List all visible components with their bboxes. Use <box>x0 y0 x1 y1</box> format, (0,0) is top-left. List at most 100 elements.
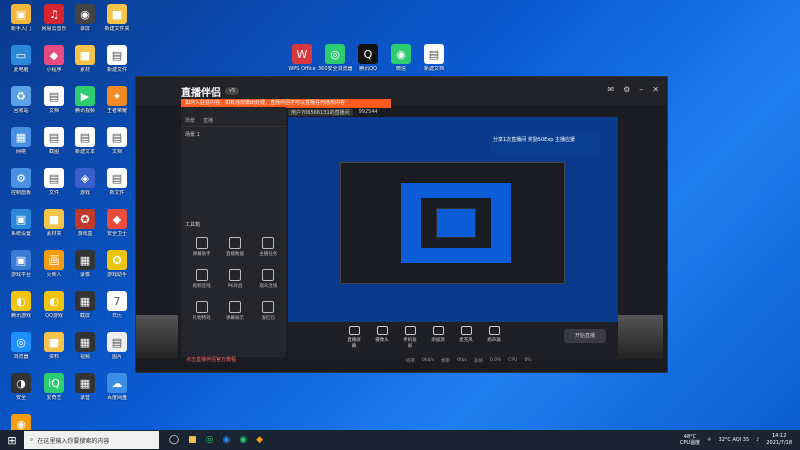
settings-icon[interactable]: ⚙ <box>623 85 630 94</box>
control-button[interactable]: 扬声器 <box>486 326 502 349</box>
desktop-icon[interactable]: ✪ 游戏盒 <box>68 209 102 237</box>
desktop-icon[interactable]: ▣ 系统设置 <box>4 209 38 237</box>
desktop-icon[interactable]: ▦ 视频 <box>68 332 102 360</box>
desktop-icon[interactable]: ◉ 录屏 <box>68 4 102 32</box>
desktop-icon[interactable]: ◎ 浏览器 <box>4 332 38 360</box>
room-name[interactable]: 用户706566131的直播间 <box>288 108 353 116</box>
desktop-icon[interactable]: ♻ 回收站 <box>4 86 38 114</box>
desktop-icon[interactable]: ✦ 王者荣耀 <box>100 86 134 114</box>
desktop-icon[interactable]: ▤ 文件 <box>37 168 71 196</box>
desktop-icon[interactable]: iQ 爱奇艺 <box>37 373 71 401</box>
desktop-icon[interactable]: ▦ 录音 <box>68 373 102 401</box>
desktop-icon[interactable]: 画火柴人 <box>37 250 71 278</box>
tool-button[interactable]: 主播任务 <box>252 237 285 257</box>
app-icon: ▤ <box>107 127 127 147</box>
desktop-icon[interactable]: ■ 素材夹 <box>37 209 71 237</box>
explorer-icon[interactable]: ■ <box>188 435 197 445</box>
tool-button[interactable]: 直播数据 <box>218 237 251 257</box>
promo-card[interactable]: 分享1次直播间 奖励50Exp 主播应援 <box>490 133 600 155</box>
desktop-icon[interactable]: ▦ 截屏 <box>68 291 102 319</box>
search-input[interactable]: ⌕ 在这里输入你要搜索的内容 <box>24 431 159 449</box>
desktop-icon[interactable]: ▤ 新文件 <box>100 168 134 196</box>
desktop-icon[interactable]: ▣ 新手入门 <box>4 4 38 32</box>
desktop-icon[interactable]: ◑ 安全 <box>4 373 38 401</box>
desktop-icon[interactable]: ■ 资料 <box>37 332 71 360</box>
wechat-icon[interactable]: ◉ <box>239 435 247 445</box>
tool-icon <box>195 269 208 281</box>
desktop-icon[interactable]: ♫ 网易云音乐 <box>37 4 71 32</box>
desktop-icon[interactable]: ▤ 新建文件 <box>100 45 134 73</box>
close-icon[interactable]: ✕ <box>652 85 659 94</box>
control-icon <box>488 326 500 335</box>
app-icon: ■ <box>75 45 95 65</box>
control-button[interactable]: 添加源 <box>430 326 446 349</box>
scene-label[interactable]: 场景 1 <box>185 132 200 138</box>
tool-button[interactable]: 礼物特效 <box>185 301 218 321</box>
left-panel: 场景 直播 场景 1 工具箱 弹幕助手 直播数据 主播任务 视频连线 PK对战 观众连线礼… <box>181 107 286 357</box>
desktop-icon[interactable]: ▭ 此电脑 <box>4 45 38 73</box>
desktop-icon[interactable]: ▤ 图片 <box>100 332 134 360</box>
desktop-icon[interactable]: ▤ 截图 <box>37 127 71 155</box>
tool-icon <box>262 237 275 249</box>
desktop-icon[interactable]: ◐ 腾讯游戏 <box>4 291 38 319</box>
tool-icon <box>228 237 241 249</box>
desktop-icon[interactable]: ◎ 360安全浏览器 <box>318 44 352 72</box>
desktop-icon[interactable]: ▤ 新建文档 <box>417 44 451 72</box>
tool-button[interactable]: 发红包 <box>252 301 285 321</box>
tool-button[interactable]: PK对战 <box>218 269 251 289</box>
control-button[interactable]: 直播屏幕 <box>346 326 362 349</box>
desktop-icon[interactable]: ▦ 录像 <box>68 250 102 278</box>
app-icon: ▤ <box>424 44 444 64</box>
tool-icon <box>228 301 241 313</box>
start-live-button[interactable]: 开始直播 <box>564 329 606 343</box>
desktop-icon[interactable]: W WPS Office <box>285 44 319 72</box>
weather[interactable]: 32°C AQI 35 <box>719 437 750 443</box>
clock[interactable]: 14:12 2021/7/18 <box>766 433 792 447</box>
left-stage-image <box>136 315 178 359</box>
desktop-icon[interactable]: ▤ 新建文本 <box>68 127 102 155</box>
app-icon: ◆ <box>107 209 127 229</box>
windows-start-icon[interactable]: ⊞ <box>0 430 24 450</box>
desktop-icon[interactable]: ⚙ 控制面板 <box>4 168 38 196</box>
tutorial-link[interactable]: 点击直播伴侣官方教程 <box>186 356 236 363</box>
desktop-icon[interactable]: ✪ 游戏助手 <box>100 250 134 278</box>
message-icon[interactable]: ✉ <box>607 85 614 94</box>
control-button[interactable]: 摄像头 <box>374 326 390 349</box>
desktop-icon[interactable]: ■ 素材 <box>68 45 102 73</box>
browser-icon[interactable]: ◎ <box>206 435 214 445</box>
edge-icon[interactable]: ◉ <box>222 435 230 445</box>
desktop-icon[interactable]: ◆ 小程序 <box>37 45 71 73</box>
tool-button[interactable]: 弹幕展示 <box>218 301 251 321</box>
tool-button[interactable]: 观众连线 <box>252 269 285 289</box>
desktop-icon[interactable]: ■ 新建文件夹 <box>100 4 134 32</box>
stat-item: 0.0% <box>489 358 502 363</box>
volume-icon[interactable]: ♪ <box>756 437 759 443</box>
desktop-icon[interactable]: ▣ 游戏平台 <box>4 250 38 278</box>
minimize-icon[interactable]: – <box>639 85 643 94</box>
desktop-icon[interactable]: ◉ 微信 <box>384 44 418 72</box>
desktop-icon[interactable]: ▤ 文档 <box>100 127 134 155</box>
tool-button[interactable]: 弹幕助手 <box>185 237 218 257</box>
desktop-icon[interactable]: ▶ 腾讯视频 <box>68 86 102 114</box>
taskbar-apps: ◯ ■ ◎ ◉ ◉ ◆ <box>169 435 263 445</box>
app-icon: ▣ <box>11 250 31 270</box>
desktop-icon[interactable]: ◆ 安全卫士 <box>100 209 134 237</box>
desktop-icon[interactable]: Q 腾讯QQ <box>351 44 385 72</box>
app-icon[interactable]: ◆ <box>256 435 263 445</box>
stat-item: 丢帧 <box>473 359 483 364</box>
tool-button[interactable]: 视频连线 <box>185 269 218 289</box>
tab-live[interactable]: 直播 <box>203 117 213 124</box>
desktop-icon[interactable]: ☁ 百度网盘 <box>100 373 134 401</box>
app-icon: ▣ <box>11 209 31 229</box>
control-button[interactable]: 手机投屏 <box>402 326 418 349</box>
tool-icon <box>228 269 241 281</box>
tool-grid: 弹幕助手 直播数据 主播任务视频连线 PK对战 观众连线礼物特效 弹幕展示 发红包 <box>185 237 285 321</box>
desktop-icon[interactable]: ◐ QQ游戏 <box>37 291 71 319</box>
control-button[interactable]: 麦克风 <box>458 326 474 349</box>
task-view-icon[interactable]: ◯ <box>169 435 179 445</box>
desktop-icon[interactable]: ▦ 网络 <box>4 127 38 155</box>
desktop-icon[interactable]: ◈ 游戏 <box>68 168 102 196</box>
tab-scene[interactable]: 场景 <box>185 117 195 124</box>
desktop-icon[interactable]: ▤ 文档 <box>37 86 71 114</box>
desktop-icon[interactable]: 7 日历 <box>100 291 134 319</box>
